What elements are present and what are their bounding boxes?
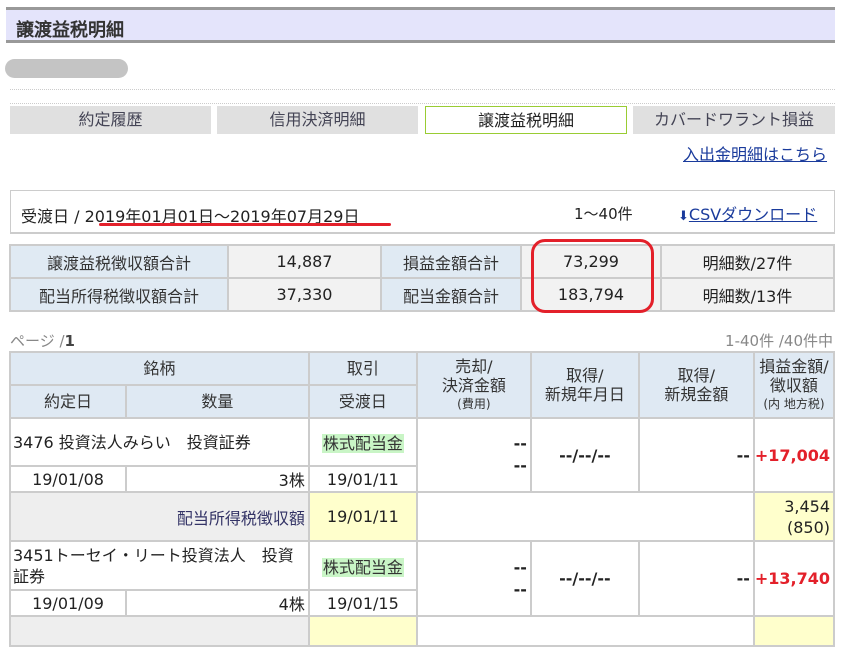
col-transaction: 取引 [307, 351, 418, 386]
total-count: 1-40件 /40件中 [725, 332, 833, 350]
account-name-redacted [5, 59, 128, 78]
col-sale-amount: 売却/決済金額 (費用) [415, 351, 532, 419]
summary-label: 損益金額合計 [380, 244, 522, 279]
quantity: 3株 [125, 465, 310, 493]
dividend-tag: 株式配当金 [321, 557, 404, 577]
v: 3,454 [784, 496, 830, 516]
h: 取得/ [677, 366, 716, 385]
tax-date: 19/01/11 [307, 491, 418, 542]
empty-cell [415, 615, 755, 647]
divider [10, 89, 835, 90]
summary-label: 配当所得税徴収額合計 [9, 277, 229, 312]
page-number: 1 [64, 332, 75, 350]
tax-label: 配当所得税徴収額 [9, 491, 310, 542]
transaction-type: 株式配当金 [307, 417, 418, 467]
red-circle-annotation [531, 239, 654, 313]
tax-label [9, 615, 310, 647]
table-row: 3451トーセイ・リート投資法人 投資証券 株式配当金 -- -- --/--/-… [9, 540, 836, 617]
range-prefix: 受渡日 / [21, 207, 85, 226]
col-security: 銘柄 [9, 351, 310, 386]
settle-date: 19/01/11 [307, 465, 418, 493]
quantity: 4株 [125, 589, 310, 617]
summary-count: 明細数/13件 [660, 277, 835, 312]
acquire-date: --/--/-- [529, 417, 640, 493]
summary-label: 配当金額合計 [380, 277, 522, 312]
acquire-date: --/--/-- [529, 540, 640, 617]
h: (費用) [457, 396, 491, 411]
trade-date: 19/01/08 [9, 465, 127, 493]
page-header: 譲渡益税明細 [6, 7, 835, 43]
h: 決済金額 [441, 375, 506, 395]
csv-download-link[interactable]: ⬇CSVダウンロード [678, 201, 817, 225]
page-indicator: ページ /1 [10, 330, 75, 351]
tab-margin-settlement[interactable]: 信用決済明細 [217, 106, 418, 134]
security-name: 3451トーセイ・リート投資法人 投資証券 [9, 540, 310, 591]
summary-table: 譲渡益税徴収額合計 14,887 損益金額合計 73,299 明細数/27件 配当所得税… [9, 244, 835, 312]
h: 徴収額 [769, 375, 818, 395]
acquire-amount: -- [637, 540, 755, 617]
v: -- [513, 557, 527, 577]
security-name: 3476 投資法人みらい 投資証券 [9, 417, 310, 467]
h: 新規金額 [664, 385, 729, 404]
col-profit-loss: 損益金額/徴収額 (内 地方税) [752, 351, 836, 419]
download-icon: ⬇ [678, 209, 689, 224]
tax-amount: 3,454 (850) [752, 491, 836, 542]
h: (内 地方税) [763, 396, 825, 411]
profit-loss: +17,004 [752, 417, 836, 493]
col-trade-date: 約定日 [9, 384, 127, 419]
col-acquire-amount: 取得/新規金額 [637, 351, 755, 419]
summary-label: 譲渡益税徴収額合計 [9, 244, 229, 279]
divider [10, 103, 835, 104]
summary-count: 明細数/27件 [660, 244, 835, 279]
tax-row: 配当所得税徴収額 19/01/11 3,454 (850) [9, 491, 836, 542]
tab-covered-warrant[interactable]: カバードワラント損益 [633, 106, 835, 134]
details-table: 銘柄 取引 売却/決済金額 (費用) 取得/新規年月日 取得/新規金額 損益金額/… [9, 351, 836, 647]
h: 損益金額/ [759, 356, 829, 376]
h: 取得/ [566, 366, 604, 385]
dividend-tag: 株式配当金 [321, 434, 404, 453]
v: -- [513, 579, 527, 599]
h: 新規年月日 [544, 385, 625, 404]
sale-amount: -- -- [415, 417, 532, 493]
col-settle-date: 受渡日 [307, 384, 418, 419]
page-label: ページ / [10, 332, 65, 350]
csv-download-label: CSVダウンロード [688, 205, 818, 224]
red-underline-annotation [99, 223, 391, 226]
v: (850) [786, 517, 830, 537]
summary-value: 14,887 [227, 244, 382, 279]
summary-value: 37,330 [227, 277, 382, 312]
deposit-history-link[interactable]: 入出金明細はこちら [683, 141, 827, 165]
page-title: 譲渡益税明細 [16, 20, 124, 41]
tax-date [307, 615, 418, 647]
transaction-type: 株式配当金 [307, 540, 418, 591]
table-row: 3476 投資法人みらい 投資証券 株式配当金 -- -- --/--/-- --… [9, 417, 836, 493]
v: -- [513, 456, 527, 475]
empty-cell [415, 491, 755, 542]
trade-date: 19/01/09 [9, 589, 127, 617]
col-quantity: 数量 [125, 384, 310, 419]
tax-row [9, 615, 836, 647]
v: -- [513, 434, 527, 453]
tab-capital-gains-tax[interactable]: 譲渡益税明細 [425, 106, 627, 134]
col-acquire-date: 取得/新規年月日 [529, 351, 640, 419]
acquire-amount: -- [637, 417, 755, 493]
h: 売却/ [455, 356, 493, 376]
tab-trade-history[interactable]: 約定履歴 [10, 106, 211, 134]
sale-amount: -- -- [415, 540, 532, 617]
date-range-bar: 受渡日 / 2019年01月01日～2019年07月29日 1～40件 ⬇CSV… [10, 190, 835, 234]
record-count: 1～40件 [574, 205, 633, 223]
profit-loss: +13,740 [752, 540, 836, 617]
settle-date: 19/01/15 [307, 589, 418, 617]
tax-amount [752, 615, 836, 647]
